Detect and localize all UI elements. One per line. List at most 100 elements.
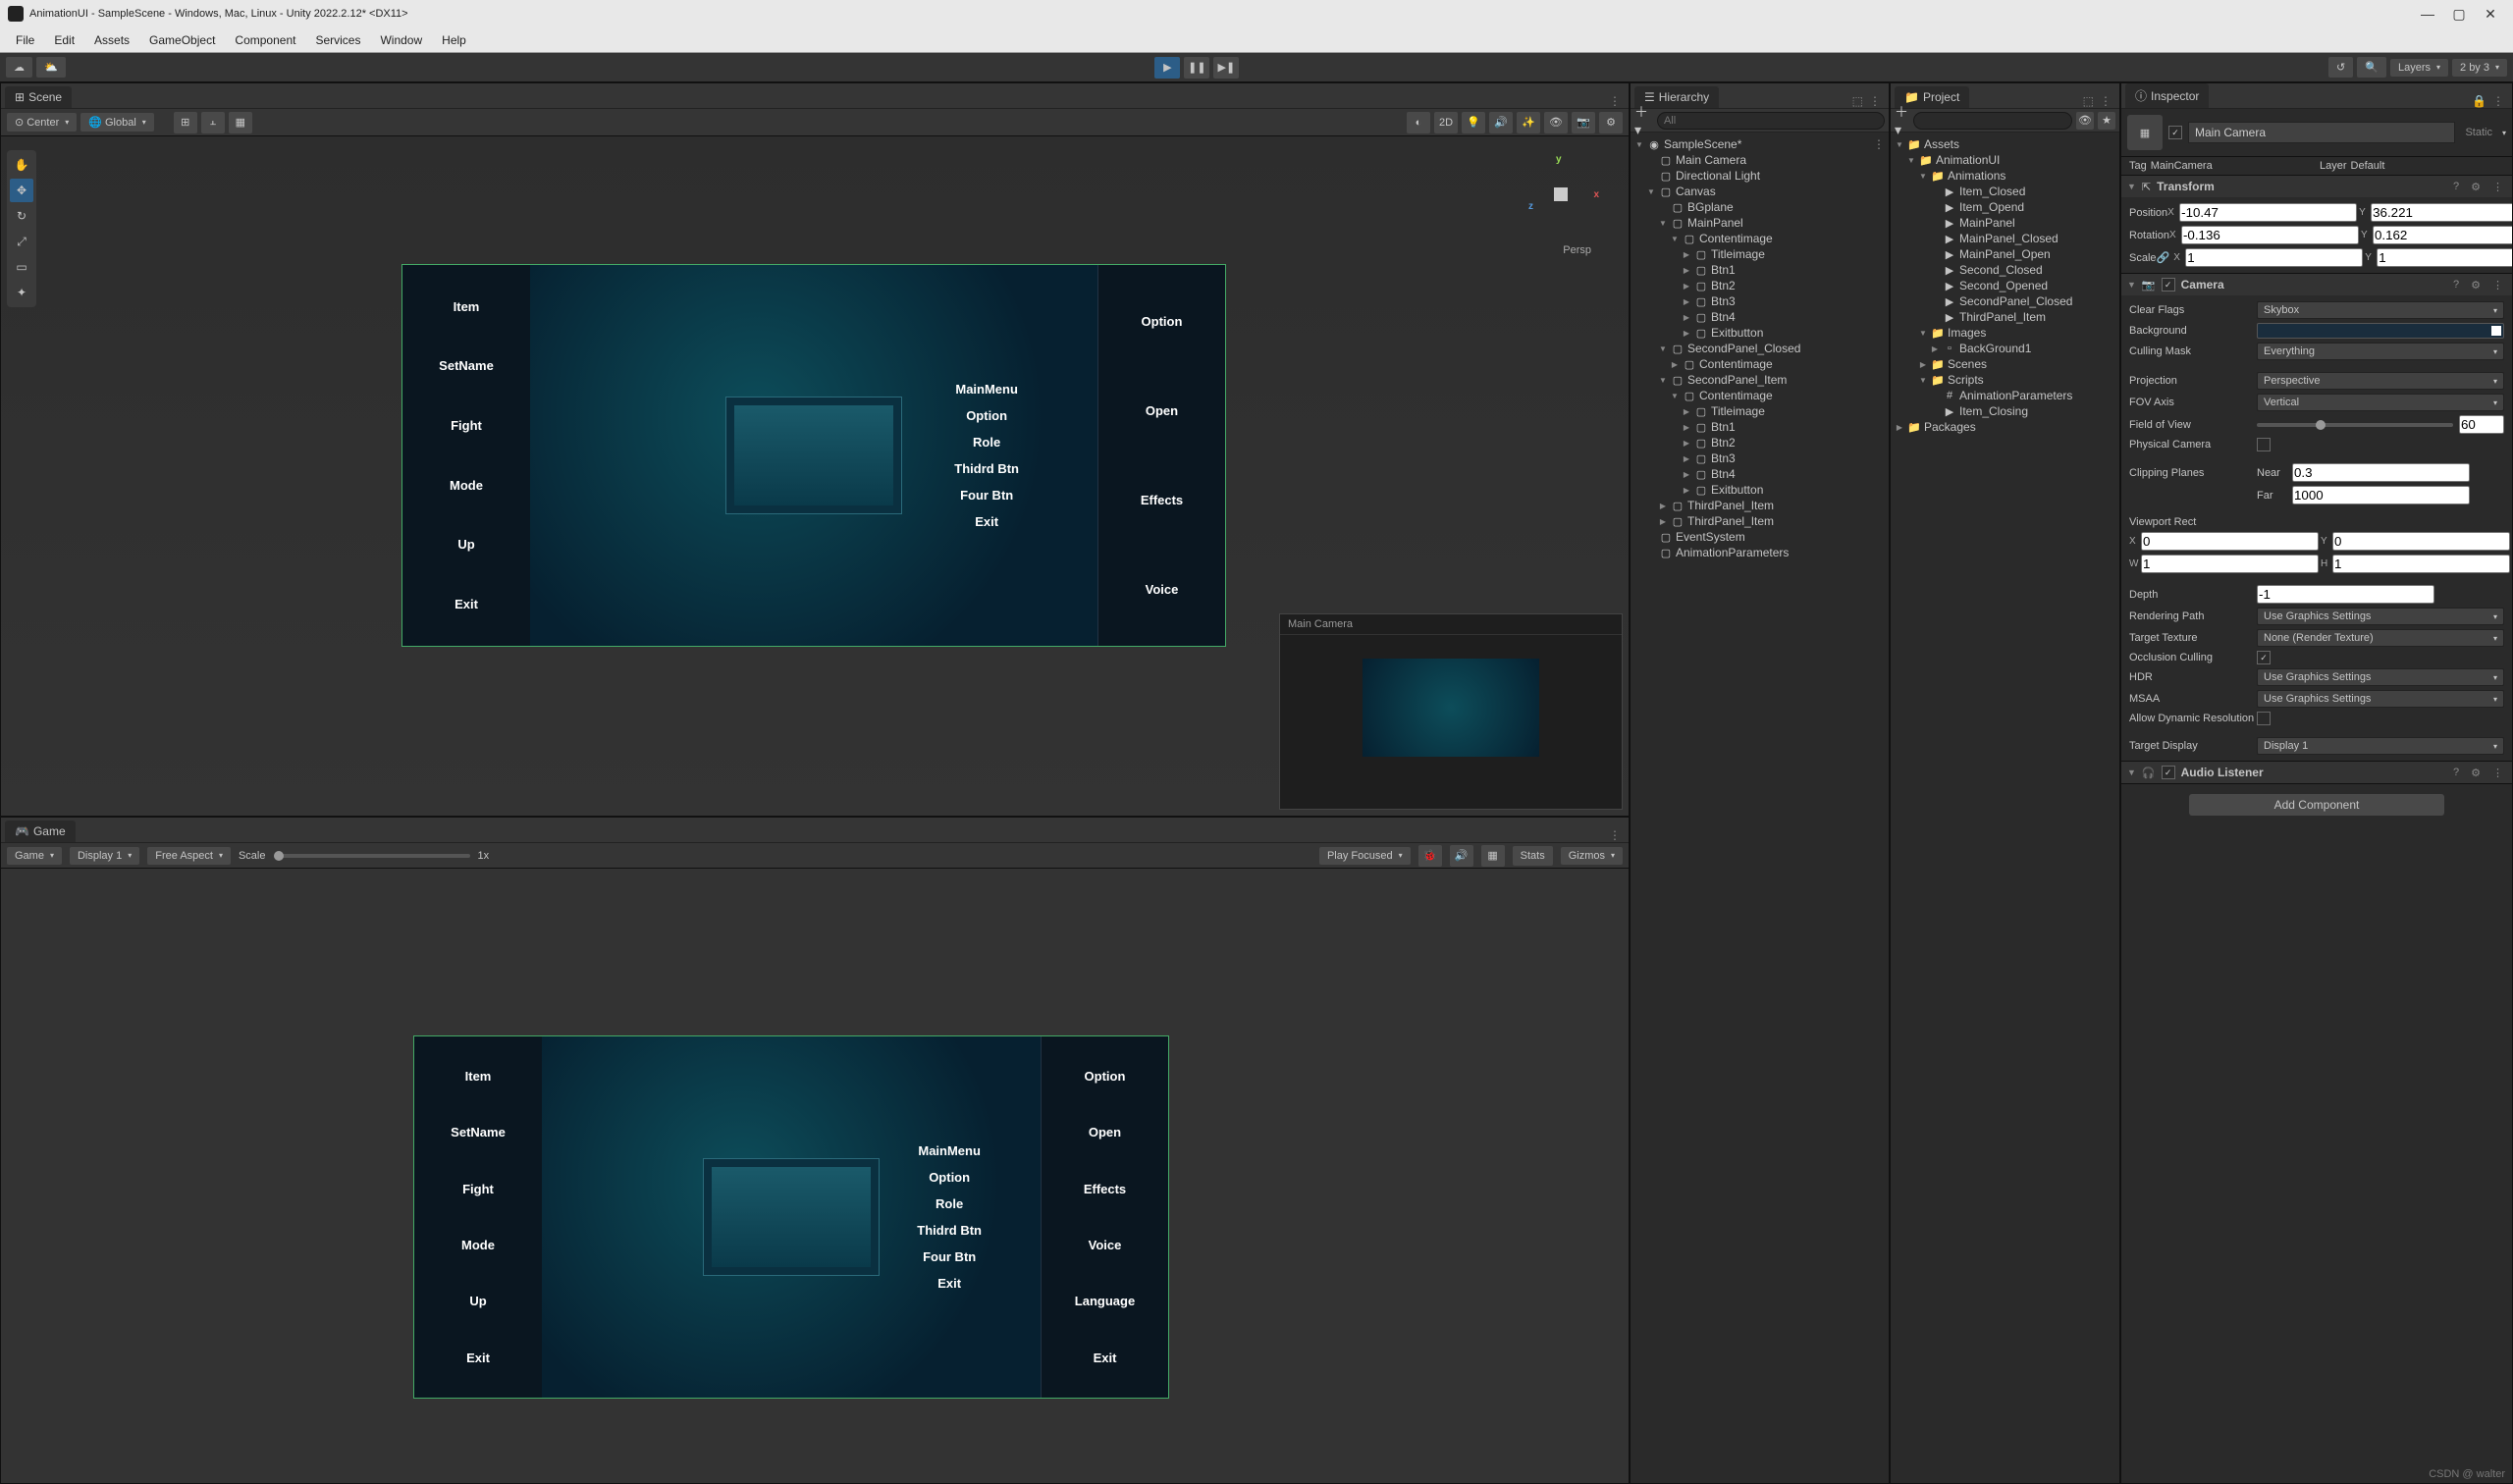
project-item[interactable]: ▶MainPanel_Closed <box>1891 231 2119 246</box>
project-item[interactable]: ▼📁Assets <box>1891 136 2119 152</box>
project-item[interactable]: ▶Item_Closed <box>1891 184 2119 199</box>
hierarchy-item[interactable]: ▶▢Btn2 <box>1631 435 1889 450</box>
hdr-dropdown[interactable]: Use Graphics Settings <box>2257 668 2504 686</box>
project-item[interactable]: ▶ThirdPanel_Item <box>1891 309 2119 325</box>
menu-icon[interactable]: ⋮ <box>2489 767 2506 779</box>
pause-button[interactable]: ❚❚ <box>1184 57 1209 79</box>
aspect-dropdown[interactable]: Free Aspect <box>147 847 231 865</box>
active-checkbox[interactable] <box>2168 126 2182 139</box>
object-name-field[interactable] <box>2188 122 2455 143</box>
background-color[interactable] <box>2257 323 2504 339</box>
project-item[interactable]: ▶MainPanel_Open <box>1891 246 2119 262</box>
rect-tool[interactable]: ▭ <box>10 255 33 279</box>
menu-services[interactable]: Services <box>307 30 368 50</box>
hierarchy-item[interactable]: ▶▢Btn3 <box>1631 293 1889 309</box>
project-item[interactable]: ▶SecondPanel_Closed <box>1891 293 2119 309</box>
game-viewport[interactable]: ItemSetNameFightModeUpExit MainMenuOptio… <box>1 869 1629 1483</box>
maximize-icon[interactable]: ⬚ <box>1852 94 1863 108</box>
hierarchy-item[interactable]: ▼▢Contentimage <box>1631 388 1889 403</box>
tab-menu-icon[interactable]: ⋮ <box>1609 94 1621 108</box>
preset-icon[interactable]: ⚙ <box>2468 767 2484 779</box>
draw-mode-icon[interactable]: ◐ <box>1407 112 1430 133</box>
menu-gameobject[interactable]: GameObject <box>141 30 223 50</box>
menu-icon[interactable]: ⋮ <box>2489 279 2506 292</box>
scale-x[interactable] <box>2185 248 2363 267</box>
2d-toggle[interactable]: 2D <box>1434 112 1458 133</box>
camera-icon[interactable]: 📷 <box>1572 112 1595 133</box>
project-item[interactable]: ▶Second_Opened <box>1891 278 2119 293</box>
project-item[interactable]: ▼📁AnimationUI <box>1891 152 2119 168</box>
tab-menu-icon[interactable]: ⋮ <box>2100 94 2112 108</box>
account-button[interactable]: ☁ <box>6 57 32 78</box>
mute-icon[interactable]: 🐞 <box>1418 845 1442 867</box>
close-button[interactable]: ✕ <box>2484 7 2497 21</box>
hierarchy-item[interactable]: ▶▢Titleimage <box>1631 403 1889 419</box>
hierarchy-item[interactable]: ▢AnimationParameters <box>1631 545 1889 560</box>
audio-icon[interactable]: 🔊 <box>1489 112 1513 133</box>
viewport-y[interactable] <box>2332 532 2510 551</box>
gizmos-icon[interactable]: ⚙ <box>1599 112 1623 133</box>
viewport-w[interactable] <box>2141 555 2319 573</box>
hierarchy-item[interactable]: ▼▢SecondPanel_Item <box>1631 372 1889 388</box>
minimize-button[interactable]: — <box>2421 7 2434 21</box>
audio-enabled[interactable] <box>2162 766 2175 779</box>
project-item[interactable]: ▶Second_Closed <box>1891 262 2119 278</box>
grid-visibility-icon[interactable]: ▦ <box>229 112 252 133</box>
fov-field[interactable] <box>2459 415 2504 434</box>
viewport-x[interactable] <box>2141 532 2319 551</box>
scale-tool[interactable]: ⤢ <box>10 230 33 253</box>
hierarchy-item[interactable]: ▼▢MainPanel <box>1631 215 1889 231</box>
move-tool[interactable]: ✥ <box>10 179 33 202</box>
project-item[interactable]: ▶Item_Opend <box>1891 199 2119 215</box>
vsync-icon[interactable]: ▦ <box>1481 845 1505 867</box>
snap-increment-icon[interactable]: ⫠ <box>201 112 225 133</box>
clear-flags-dropdown[interactable]: Skybox <box>2257 301 2504 319</box>
hidden-icon[interactable]: 👁 <box>1544 112 1568 133</box>
project-item[interactable]: ▶MainPanel <box>1891 215 2119 231</box>
scale-link-icon[interactable]: 🔗 <box>2157 251 2170 264</box>
pos-x[interactable] <box>2179 203 2357 222</box>
hierarchy-search[interactable] <box>1657 112 1885 130</box>
display-dropdown[interactable]: Display 1 <box>70 847 139 865</box>
fov-slider[interactable] <box>2257 423 2453 427</box>
tab-game[interactable]: 🎮Game <box>5 821 76 842</box>
hierarchy-item[interactable]: ▶▢ThirdPanel_Item <box>1631 498 1889 513</box>
filter-icon[interactable]: 👁 <box>2076 112 2094 130</box>
layer-dropdown[interactable]: Default <box>2351 160 2385 172</box>
hierarchy-item[interactable]: ▼▢SecondPanel_Closed <box>1631 341 1889 356</box>
preset-icon[interactable]: ⚙ <box>2468 181 2484 193</box>
hierarchy-item[interactable]: ▼▢Contentimage <box>1631 231 1889 246</box>
project-item[interactable]: ▶📁Packages <box>1891 419 2119 435</box>
pos-y[interactable] <box>2371 203 2513 222</box>
search-button[interactable]: 🔍 <box>2357 57 2386 78</box>
projection-dropdown[interactable]: Perspective <box>2257 372 2504 390</box>
gizmos-dropdown[interactable]: Gizmos <box>1561 847 1623 865</box>
scene-menu-icon[interactable]: ⋮ <box>1873 137 1885 151</box>
scale-slider[interactable] <box>274 854 470 858</box>
gizmo-x[interactable]: x <box>1593 189 1599 200</box>
tab-menu-icon[interactable]: ⋮ <box>2492 94 2504 108</box>
hierarchy-item[interactable]: ▢BGplane <box>1631 199 1889 215</box>
gameobject-icon[interactable]: ▦ <box>2127 115 2163 150</box>
help-icon[interactable]: ? <box>2450 767 2462 778</box>
near-clip[interactable] <box>2292 463 2470 482</box>
add-component-button[interactable]: Add Component <box>2189 794 2444 816</box>
pivot-dropdown[interactable]: ⊙Center <box>7 113 77 132</box>
lighting-icon[interactable]: 💡 <box>1462 112 1485 133</box>
hierarchy-item[interactable]: ▢Directional Light <box>1631 168 1889 184</box>
step-button[interactable]: ▶❚ <box>1213 57 1239 79</box>
cloud-button[interactable]: ⛅ <box>36 57 66 78</box>
tag-dropdown[interactable]: MainCamera <box>2151 160 2213 172</box>
scale-y[interactable] <box>2377 248 2513 267</box>
menu-file[interactable]: File <box>8 30 42 50</box>
camera-enabled[interactable] <box>2162 278 2175 292</box>
scene-root[interactable]: ▼◉SampleScene*⋮ <box>1631 136 1889 152</box>
project-item[interactable]: ▼📁Scripts <box>1891 372 2119 388</box>
fov-axis-dropdown[interactable]: Vertical <box>2257 394 2504 411</box>
project-item[interactable]: ▼📁Animations <box>1891 168 2119 184</box>
project-item[interactable]: #AnimationParameters <box>1891 388 2119 403</box>
persp-label[interactable]: Persp <box>1563 244 1591 256</box>
far-clip[interactable] <box>2292 486 2470 504</box>
tab-scene[interactable]: ⊞Scene <box>5 86 72 108</box>
scene-viewport[interactable]: ✋ ✥ ↻ ⤢ ▭ ✦ x y z Persp ItemSetNameFight… <box>1 136 1629 816</box>
